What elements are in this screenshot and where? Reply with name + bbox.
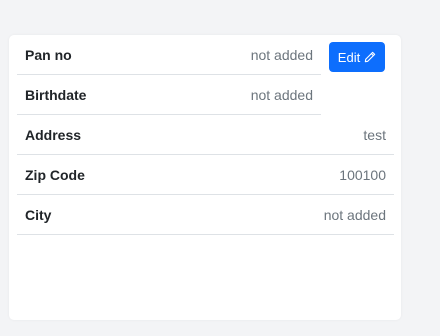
edit-button[interactable]: Edit <box>329 42 385 72</box>
field-row-address: Address test <box>17 115 394 155</box>
field-label-pan-no: Pan no <box>25 46 72 63</box>
field-label-address: Address <box>25 126 82 143</box>
field-value-pan-no: not added <box>250 46 313 63</box>
field-value-zip-code: 100100 <box>339 166 386 183</box>
field-row-pan-no: Pan no not added <box>17 35 321 75</box>
edit-button-label: Edit <box>337 49 361 65</box>
field-label-birthdate: Birthdate <box>25 86 87 103</box>
profile-details-card: Pan no not added Birthdate not added Add… <box>9 35 401 320</box>
field-row-zip-code: Zip Code 100100 <box>17 155 394 195</box>
field-value-address: test <box>363 126 386 143</box>
field-value-birthdate: not added <box>250 86 313 103</box>
field-label-city: City <box>25 206 52 223</box>
field-row-birthdate: Birthdate not added <box>17 75 321 115</box>
field-value-city: not added <box>323 206 386 223</box>
pencil-icon <box>364 51 376 63</box>
field-row-city: City not added <box>17 195 394 235</box>
field-label-zip-code: Zip Code <box>25 166 85 183</box>
